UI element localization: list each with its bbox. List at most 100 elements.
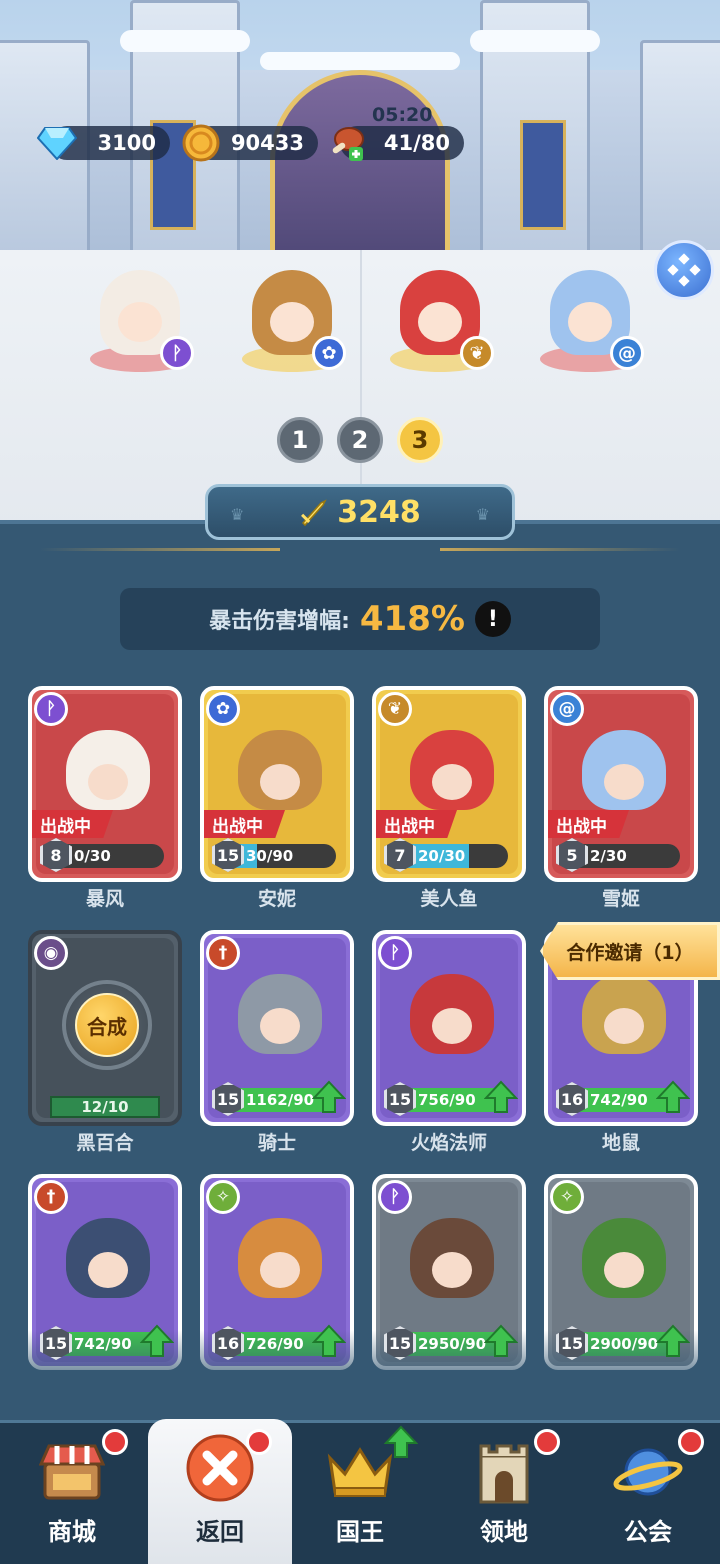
page-button-2[interactable]: 2 — [337, 417, 383, 463]
hero-portrait — [66, 730, 150, 810]
upgrade-arrow-icon — [656, 1324, 690, 1357]
hero-name: 安妮 — [257, 888, 296, 910]
hero-name: 黑百合 — [76, 1132, 134, 1154]
hero-name: 地鼠 — [601, 1132, 640, 1154]
coin-icon — [180, 122, 222, 164]
hero-portrait — [582, 1218, 666, 1298]
deployed-tag: 出战中 — [376, 810, 457, 838]
castle-tower — [640, 40, 720, 260]
gem-counter[interactable]: 3100 — [37, 126, 170, 160]
hero-card[interactable]: ◉ 合成 12/10 — [28, 930, 182, 1126]
shop-icon — [37, 1437, 107, 1507]
planet-icon — [613, 1437, 683, 1507]
upgrade-arrow-icon — [312, 1080, 346, 1113]
hero-card[interactable]: ❦ 出战中 20/30 7 — [372, 686, 526, 882]
nav-shop[interactable]: 商城 — [0, 1423, 144, 1564]
hero-card[interactable]: ᚹ 756/90 15 — [372, 930, 526, 1126]
castle-banner — [520, 120, 566, 230]
upgrade-arrow-icon — [484, 1324, 518, 1357]
deployed-tag: 出战中 — [32, 810, 113, 838]
hero-snow[interactable]: @ — [530, 250, 650, 380]
page-button-1[interactable]: 1 — [277, 417, 323, 463]
staff-icon: ᚹ — [378, 936, 412, 970]
hero-card[interactable]: ᚹ 2950/90 15 — [372, 1174, 526, 1370]
hero-card[interactable]: † 1162/90 15 — [200, 930, 354, 1126]
diamond-icon — [36, 122, 78, 164]
stat-value: 418% — [359, 599, 465, 639]
coin-counter[interactable]: 90433 — [182, 124, 318, 162]
wing-icon: ❦ — [378, 692, 412, 726]
notification-dot — [534, 1429, 560, 1455]
staff-icon: ᚹ — [378, 1180, 412, 1214]
gamepad-button[interactable] — [654, 240, 714, 300]
upgrade-arrow-icon — [140, 1324, 174, 1357]
hero-name: 美人鱼 — [420, 888, 478, 910]
hero-portrait — [410, 974, 494, 1054]
coin-value: 90433 — [230, 131, 304, 155]
hero-name: 暴风 — [85, 888, 124, 910]
bow-icon: ✧ — [206, 1180, 240, 1214]
merge-ring: 合成 — [62, 980, 152, 1070]
nav-label: 公会 — [624, 1518, 672, 1546]
close-icon — [185, 1433, 255, 1503]
nav-territory[interactable]: 领地 — [432, 1423, 576, 1564]
nav-label: 国王 — [336, 1518, 384, 1546]
hero-portrait — [410, 730, 494, 810]
hero-portrait — [238, 974, 322, 1054]
stamina-counter[interactable]: 41/80 — [332, 126, 464, 161]
staff-icon: ᚹ — [160, 336, 194, 370]
hero-card[interactable]: ✧ 726/90 16 — [200, 1174, 354, 1370]
hero-portrait — [410, 1218, 494, 1298]
coop-invite-button[interactable]: 合作邀请（1） — [540, 922, 720, 980]
merge-button[interactable]: 合成 — [75, 993, 139, 1057]
upgrade-arrow-icon — [484, 1080, 518, 1113]
sword-icon: † — [206, 936, 240, 970]
bow-icon: ✧ — [550, 1180, 584, 1214]
hero-card[interactable]: ᚹ 出战中 0/30 8 — [28, 686, 182, 882]
upgrade-arrow-icon — [656, 1080, 690, 1113]
team-pager: 1 2 3 — [0, 417, 720, 463]
stat-label: 暴击伤害增幅: — [209, 609, 350, 634]
swirl-icon: @ — [610, 336, 644, 370]
nav-label: 商城 — [48, 1518, 96, 1546]
hero-storm[interactable]: ᚹ — [80, 250, 200, 380]
notification-dot — [678, 1429, 704, 1455]
hero-card[interactable]: @ 出战中 2/30 5 — [544, 686, 698, 882]
hero-name: 雪姬 — [601, 888, 640, 910]
eye-icon: ◉ — [34, 936, 68, 970]
hero-mermaid[interactable]: ❦ — [380, 250, 500, 380]
crown-deco-icon: ♛ — [230, 505, 245, 524]
page-button-3[interactable]: 3 — [397, 417, 443, 463]
upgrade-arrow-icon — [384, 1425, 418, 1458]
nav-back[interactable]: 返回 — [148, 1419, 292, 1564]
paw-icon: ✿ — [312, 336, 346, 370]
notification-dot — [246, 1429, 272, 1455]
nav-guild[interactable]: 公会 — [576, 1423, 720, 1564]
meat-icon — [326, 122, 368, 164]
hero-portrait — [582, 974, 666, 1054]
bottom-nav: 商城 返回 国王 领地 公会 — [0, 1419, 720, 1564]
hero-card[interactable]: † 742/90 15 — [28, 1174, 182, 1370]
hero-card[interactable]: ✧ 2900/90 15 — [544, 1174, 698, 1370]
crown-deco-icon: ♛ — [475, 505, 490, 524]
hero-name: 火焰法师 — [410, 1132, 487, 1154]
bonus-stat: 暴击伤害增幅: 418% ! — [120, 588, 600, 650]
hero-card[interactable]: ✿ 出战中 30/90 15 — [200, 686, 354, 882]
swirl-icon: @ — [550, 692, 584, 726]
castle-gate — [270, 70, 450, 270]
hero-annie[interactable]: ✿ — [232, 250, 352, 380]
deployed-tag: 出战中 — [548, 810, 629, 838]
castle-icon — [469, 1437, 539, 1507]
gem-value: 3100 — [97, 131, 156, 155]
stamina-timer: 05:20 — [372, 104, 433, 126]
info-button[interactable]: ! — [474, 601, 511, 637]
power-value: 3248 — [337, 494, 421, 530]
nav-label: 返回 — [196, 1518, 244, 1546]
wing-icon: ❦ — [460, 336, 494, 370]
upgrade-arrow-icon — [312, 1324, 346, 1357]
paw-icon: ✿ — [206, 692, 240, 726]
nav-king[interactable]: 国王 — [288, 1423, 432, 1564]
hero-portrait — [582, 730, 666, 810]
stamina-value: 41/80 — [383, 131, 450, 155]
hero-portrait — [238, 730, 322, 810]
